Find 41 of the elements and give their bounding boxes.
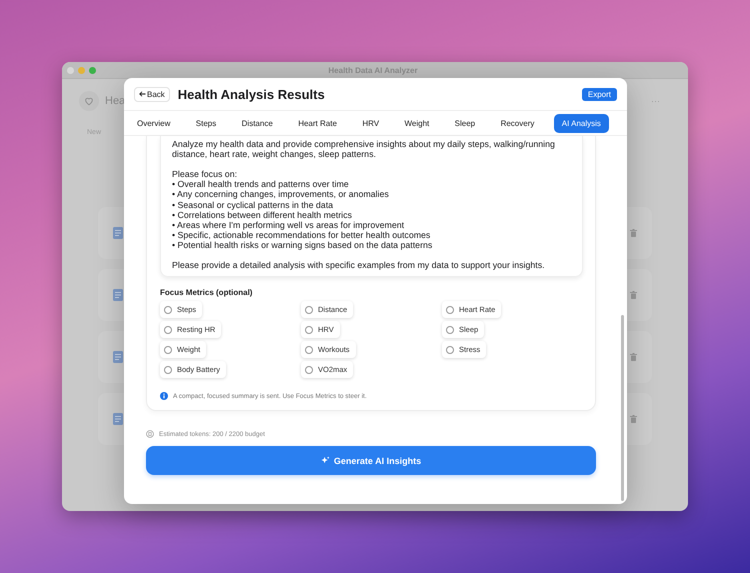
radio-button[interactable] [446,346,454,354]
tokens-icon [146,430,154,438]
tab[interactable]: Steps [190,114,222,132]
tab[interactable]: HRV [356,114,386,132]
radio-button[interactable] [164,306,172,314]
delete-button[interactable] [630,291,637,299]
delete-button[interactable] [630,229,637,237]
tab[interactable]: AI Analysis [554,114,609,132]
tab[interactable]: Overview [131,114,176,132]
tab[interactable]: Heart Rate [292,114,343,132]
radio-button[interactable] [164,346,172,354]
delete-button[interactable] [630,415,637,423]
document-icon [113,227,123,239]
export-button[interactable]: Export [582,88,617,100]
back-button[interactable]: Back [134,86,170,102]
tab[interactable]: Distance [236,114,279,132]
radio-button[interactable] [164,366,172,374]
tab[interactable]: Recovery [494,114,540,132]
zoom-button[interactable] [89,66,96,74]
generate-button[interactable]: Generate AI Insights [146,446,596,476]
tab[interactable]: Weight [398,114,436,132]
scrollbar-thumb[interactable] [621,315,624,501]
prompt-field[interactable]: Analyze my health data and provide comprehensive insights about my daily steps, walking/running distance, heart rate, weight changes, sleep patterns. Please focus on: • Overall health trends and patterns over time • Any concerning changes, improvements, or anomalies • Seasonal or cyclical patterns in the data • Correlations between different health metrics • Areas where I'm performing well vs areas for improvement • Specific, actionable recommendations for better health outcomes • Potential health risks or warning signs based on the data patterns Please provide a detailed analysis with specific examples from my data to support your insights. [160,136,583,278]
info-icon [160,392,168,400]
app-heading: Hea [105,95,126,107]
document-icon [113,351,123,363]
document-icon [113,289,123,301]
radio-button[interactable] [305,366,313,374]
radio-button[interactable] [305,306,313,314]
tab[interactable]: Sleep [448,114,482,132]
section-title: Focus Metrics (optional) [160,288,254,298]
delete-button[interactable] [630,353,637,361]
document-icon [113,413,123,425]
sparkle-icon [320,456,330,466]
radio-button[interactable] [446,306,454,314]
radio-button[interactable] [305,346,313,354]
radio-button[interactable] [305,326,313,334]
radio-button[interactable] [164,326,172,334]
radio-button[interactable] [446,326,454,334]
back-arrow-icon [139,91,146,97]
dialog-title: Health Analysis Results [178,86,325,102]
